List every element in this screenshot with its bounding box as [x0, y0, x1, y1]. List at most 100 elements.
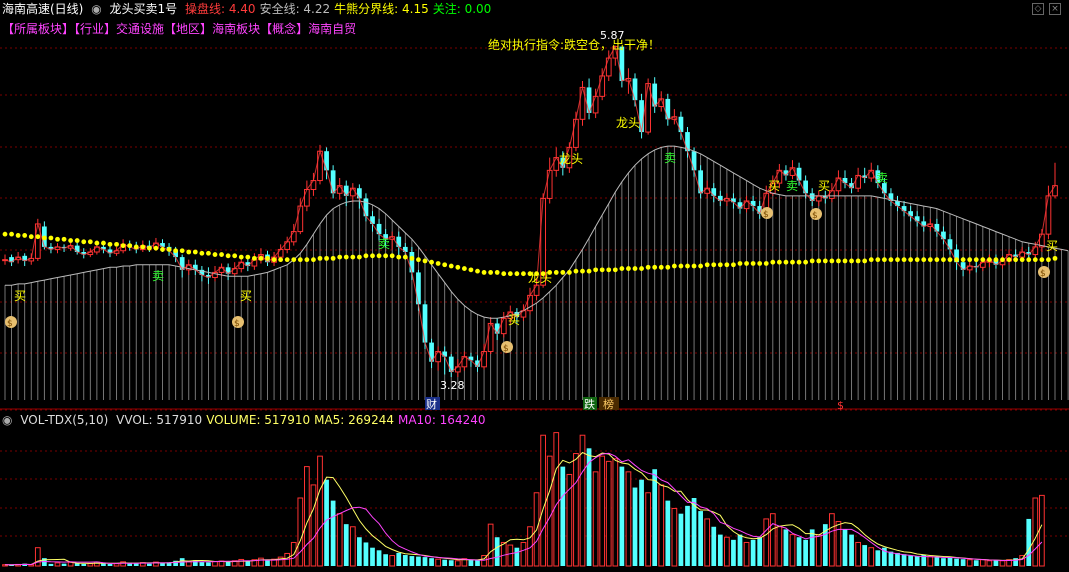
- volume-bar-down: [81, 563, 87, 566]
- bull-bear-dot: [258, 255, 264, 261]
- volume-bar-down: [685, 505, 690, 566]
- bull-bear-dot: [927, 257, 933, 263]
- bull-bear-dot: [560, 270, 566, 275]
- volume-bar-up: [454, 560, 461, 567]
- bull-bear-dot: [383, 253, 389, 259]
- bull-bear-dot: [435, 261, 441, 266]
- bull-bear-dot: [448, 263, 454, 269]
- bull-bear-dot: [402, 254, 408, 260]
- bull-bear-dot: [74, 238, 80, 243]
- bull-bear-dot: [665, 264, 671, 270]
- volume-bar-up: [553, 432, 560, 567]
- candle-body-down: [409, 252, 415, 273]
- bull-bear-dot: [619, 266, 625, 271]
- candle-body-down: [396, 236, 402, 247]
- bull-bear-dot: [678, 263, 684, 269]
- bull-bear-dot: [94, 240, 100, 246]
- volume-bar-down: [619, 466, 625, 566]
- volume-bar-up: [258, 557, 264, 567]
- candle-body-down: [448, 356, 454, 372]
- volume-bar-down: [409, 556, 415, 566]
- volume-bar-down: [711, 526, 717, 566]
- bull-bear-dot: [488, 270, 494, 275]
- bull-bear-dot: [514, 271, 520, 277]
- candle-body-up: [500, 317, 507, 335]
- volume-bar-up: [605, 460, 612, 567]
- bull-bear-dot: [914, 257, 920, 263]
- svg-text:$: $: [503, 344, 509, 354]
- bull-bear-dot: [960, 257, 966, 263]
- volume-bar-down: [941, 558, 946, 566]
- volume-bar-down: [691, 498, 697, 566]
- bull-bear-dot: [48, 235, 54, 241]
- candle-body-up: [546, 169, 553, 199]
- bull-bear-dot: [993, 257, 999, 263]
- bull-bear-dot: [140, 244, 146, 250]
- bull-bear-dot: [763, 261, 769, 266]
- bull-bear-dot: [849, 258, 854, 264]
- volume-bar-up: [789, 534, 796, 567]
- bull-bear-dot: [888, 257, 894, 263]
- volume-bar-up: [34, 547, 41, 567]
- candle-body-down: [494, 323, 500, 334]
- volume-bar-up: [966, 559, 973, 567]
- bull-bear-dot: [133, 244, 139, 250]
- candle-body-down: [370, 216, 375, 224]
- volume-bar-down: [954, 558, 959, 566]
- bull-bear-dot: [632, 266, 638, 271]
- bull-bear-dot: [737, 261, 743, 266]
- volume-bar-up: [54, 562, 61, 567]
- longtou-label-3: 龙头: [528, 271, 552, 285]
- bull-bear-dot: [816, 258, 822, 264]
- bull-bear-dot: [114, 241, 119, 247]
- candle-body-up: [1045, 195, 1052, 235]
- volume-bar-up: [317, 455, 323, 567]
- buy-signal-6: 买: [1046, 239, 1058, 253]
- bull-bear-dot: [599, 267, 605, 273]
- bull-bear-dot: [81, 239, 87, 245]
- bang-badge[interactable]: 榜: [603, 397, 614, 411]
- bull-bear-dot: [107, 241, 113, 247]
- bull-bear-dot: [809, 258, 815, 264]
- volume-bar-up: [546, 455, 553, 567]
- bull-bear-dot: [330, 255, 336, 261]
- bull-bear-dot: [297, 257, 303, 263]
- volume-bar-down: [468, 559, 474, 566]
- candle-body-down: [678, 116, 684, 133]
- volume-bar-up: [389, 555, 396, 567]
- cai-badge[interactable]: 财: [426, 397, 437, 411]
- volume-bar-down: [803, 539, 808, 566]
- bull-bear-dot: [2, 231, 8, 237]
- candle-body-up: [310, 180, 317, 190]
- bull-bear-dot: [278, 257, 284, 263]
- candle-body-down: [652, 83, 658, 107]
- volume-bar-down: [737, 534, 743, 566]
- volume-bar-down: [133, 563, 139, 566]
- high-price-label: 5.87: [600, 29, 625, 42]
- volume-bar-down: [731, 539, 736, 566]
- volume-bar-up: [704, 518, 711, 567]
- sell-signal-3: 卖: [664, 151, 676, 165]
- bull-bear-dot: [947, 257, 953, 263]
- bull-bear-dot: [429, 259, 434, 265]
- bull-bear-dot: [553, 270, 559, 275]
- bull-bear-dot: [921, 257, 927, 263]
- bull-bear-dot: [711, 262, 717, 268]
- volume-bar-down: [783, 529, 789, 566]
- bull-bear-dot: [1013, 257, 1019, 263]
- kline-chart[interactable]: 绝对执行指令:跌空仓，出干净！ 5.87 3.28 龙头 龙头 龙头 卖 卖 卖…: [0, 0, 1069, 572]
- bull-bear-dot: [350, 254, 356, 260]
- volume-bar-down: [639, 479, 644, 566]
- candle-body-down: [376, 223, 382, 235]
- die-badge[interactable]: 跌: [584, 397, 595, 411]
- volume-bar-up: [500, 541, 507, 567]
- bull-bear-dot: [291, 257, 297, 263]
- candle-body-down: [691, 151, 697, 171]
- bull-bear-dot: [750, 261, 756, 266]
- candle-body-down: [698, 170, 703, 194]
- bull-bear-dot: [271, 257, 277, 263]
- dollar-marker[interactable]: $: [837, 399, 844, 412]
- candle-body-down: [416, 272, 421, 305]
- volume-bar-down: [875, 550, 881, 566]
- volume-bar-up: [349, 526, 356, 567]
